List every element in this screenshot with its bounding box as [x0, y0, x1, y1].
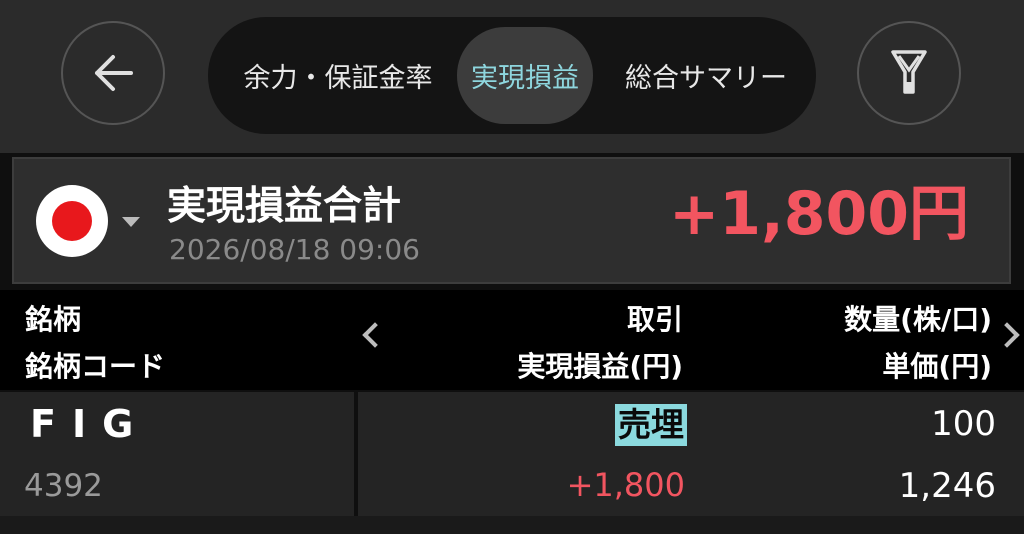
tab-overall-summary[interactable]: 総合サマリー [606, 17, 806, 134]
filter-funnel-icon [891, 50, 927, 94]
table-header: 銘柄 銘柄コード 取引 実現損益(円) 数量(株/口) 単価(円) [0, 290, 1024, 390]
tab-realized-pl[interactable]: 実現損益 [457, 27, 593, 124]
chevron-left-icon[interactable] [362, 322, 388, 348]
bottom-strip [0, 516, 1024, 534]
quantity-value: 100 [931, 404, 996, 444]
top-header: 余力・保証金率 実現損益 総合サマリー [0, 0, 1024, 153]
column-name: 銘柄 [25, 303, 82, 336]
realized-pl-screen: 余力・保証金率 実現損益 総合サマリー 実現損益合計 2026/08/18 09… [0, 0, 1024, 534]
column-trade: 取引 [626, 303, 683, 336]
flag-sun [52, 201, 92, 241]
column-unit-price: 単価(円) [882, 350, 992, 383]
realized-pl-summary: 実現損益合計 2026/08/18 09:06 +1,800円 [12, 157, 1011, 284]
row-stock-cell: FIG 4392 [0, 392, 354, 516]
trade-type-badge: 売埋 [615, 404, 687, 446]
caret-down-icon[interactable] [122, 217, 140, 227]
column-code: 銘柄コード [25, 350, 166, 383]
unit-price-value: 1,246 [898, 466, 996, 506]
summary-title: 実現損益合計 [167, 184, 402, 229]
realized-pl-value: +1,800 [566, 466, 685, 504]
summary-total-amount: +1,800円 [668, 179, 969, 249]
column-realized-pl: 実現損益(円) [517, 350, 683, 383]
arrow-left-icon [95, 55, 133, 91]
tab-margin-ratio[interactable]: 余力・保証金率 [218, 17, 458, 134]
chevron-right-icon[interactable] [994, 322, 1020, 348]
stock-code: 4392 [24, 468, 103, 504]
filter-button[interactable] [857, 21, 961, 125]
row-values-cell: 売埋 +1,800 100 1,246 [358, 392, 1024, 516]
japan-flag-icon[interactable] [36, 185, 108, 257]
tab-bar: 余力・保証金率 実現損益 総合サマリー [208, 17, 816, 134]
column-quantity: 数量(株/口) [844, 303, 992, 336]
back-button[interactable] [61, 21, 165, 125]
stock-name: FIG [30, 402, 150, 446]
table-row[interactable]: FIG 4392 売埋 +1,800 100 1,246 [0, 392, 1024, 516]
summary-datetime: 2026/08/18 09:06 [169, 233, 420, 266]
